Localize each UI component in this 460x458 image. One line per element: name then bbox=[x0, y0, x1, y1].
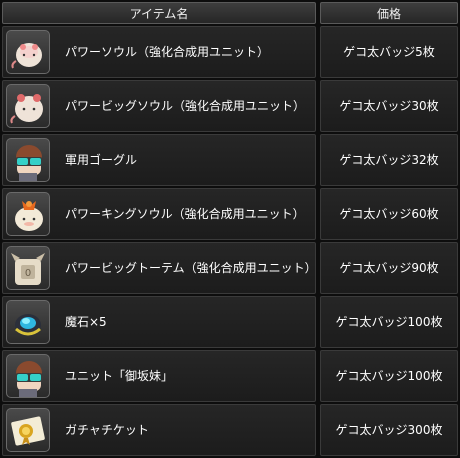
item-price: ゲコ太バッジ32枚 bbox=[320, 134, 458, 186]
item-price-table: アイテム名 価格 パワーソウル（強化合成用ユニット） ゲコ太バッジ5枚 パワービ… bbox=[0, 0, 460, 456]
item-cell: パワーキングソウル（強化合成用ユニット） bbox=[2, 188, 316, 240]
power-soul-icon bbox=[6, 30, 50, 74]
table-row: ユニット「御坂妹」 ゲコ太バッジ100枚 bbox=[2, 350, 458, 402]
power-big-soul-icon bbox=[6, 84, 50, 128]
item-price: ゲコ太バッジ5枚 bbox=[320, 26, 458, 78]
table-header: アイテム名 価格 bbox=[2, 2, 458, 24]
table-body: パワーソウル（強化合成用ユニット） ゲコ太バッジ5枚 パワービッグソウル（強化合… bbox=[2, 26, 458, 458]
item-cell: ユニット「御坂妹」 bbox=[2, 350, 316, 402]
item-name: パワーキングソウル（強化合成用ユニット） bbox=[65, 207, 305, 221]
table-row: 0 パワービッグトーテム（強化合成用ユニット） ゲコ太バッジ90枚 bbox=[2, 242, 458, 294]
table-row: ガチャチケット ゲコ太バッジ300枚 bbox=[2, 404, 458, 456]
power-king-soul-icon bbox=[6, 192, 50, 236]
table-row: 軍用ゴーグル ゲコ太バッジ32枚 bbox=[2, 134, 458, 186]
table-row: パワーソウル（強化合成用ユニット） ゲコ太バッジ5枚 bbox=[2, 26, 458, 78]
power-big-totem-icon: 0 bbox=[6, 246, 50, 290]
misaka-imouto-icon bbox=[6, 354, 50, 398]
item-cell: 魔石×5 bbox=[2, 296, 316, 348]
item-price: ゲコ太バッジ300枚 bbox=[320, 404, 458, 456]
item-price: ゲコ太バッジ100枚 bbox=[320, 350, 458, 402]
item-name: パワービッグトーテム（強化合成用ユニット） bbox=[65, 261, 317, 275]
table-row: パワーキングソウル（強化合成用ユニット） ゲコ太バッジ60枚 bbox=[2, 188, 458, 240]
military-goggles-icon bbox=[6, 138, 50, 182]
item-name: 軍用ゴーグル bbox=[65, 153, 138, 167]
table-row: パワービッグソウル（強化合成用ユニット） ゲコ太バッジ30枚 bbox=[2, 80, 458, 132]
item-price: ゲコ太バッジ100枚 bbox=[320, 296, 458, 348]
item-price: ゲコ太バッジ60枚 bbox=[320, 188, 458, 240]
item-name: パワービッグソウル（強化合成用ユニット） bbox=[65, 99, 306, 113]
gacha-ticket-icon bbox=[6, 408, 50, 452]
column-header-item-name: アイテム名 bbox=[2, 2, 316, 24]
column-header-price: 価格 bbox=[320, 2, 458, 24]
item-cell: 軍用ゴーグル bbox=[2, 134, 316, 186]
item-price: ゲコ太バッジ30枚 bbox=[320, 80, 458, 132]
table-row: 魔石×5 ゲコ太バッジ100枚 bbox=[2, 296, 458, 348]
item-name: ユニット「御坂妹」 bbox=[65, 369, 174, 383]
item-name: 魔石×5 bbox=[65, 315, 107, 329]
item-name: パワーソウル（強化合成用ユニット） bbox=[65, 45, 270, 59]
item-cell: パワービッグソウル（強化合成用ユニット） bbox=[2, 80, 316, 132]
item-cell: 0 パワービッグトーテム（強化合成用ユニット） bbox=[2, 242, 317, 294]
magic-stone-icon bbox=[6, 300, 50, 344]
item-cell: パワーソウル（強化合成用ユニット） bbox=[2, 26, 316, 78]
item-cell: ガチャチケット bbox=[2, 404, 316, 456]
svg-text:0: 0 bbox=[25, 268, 31, 279]
item-price: ゲコ太バッジ90枚 bbox=[320, 242, 458, 294]
